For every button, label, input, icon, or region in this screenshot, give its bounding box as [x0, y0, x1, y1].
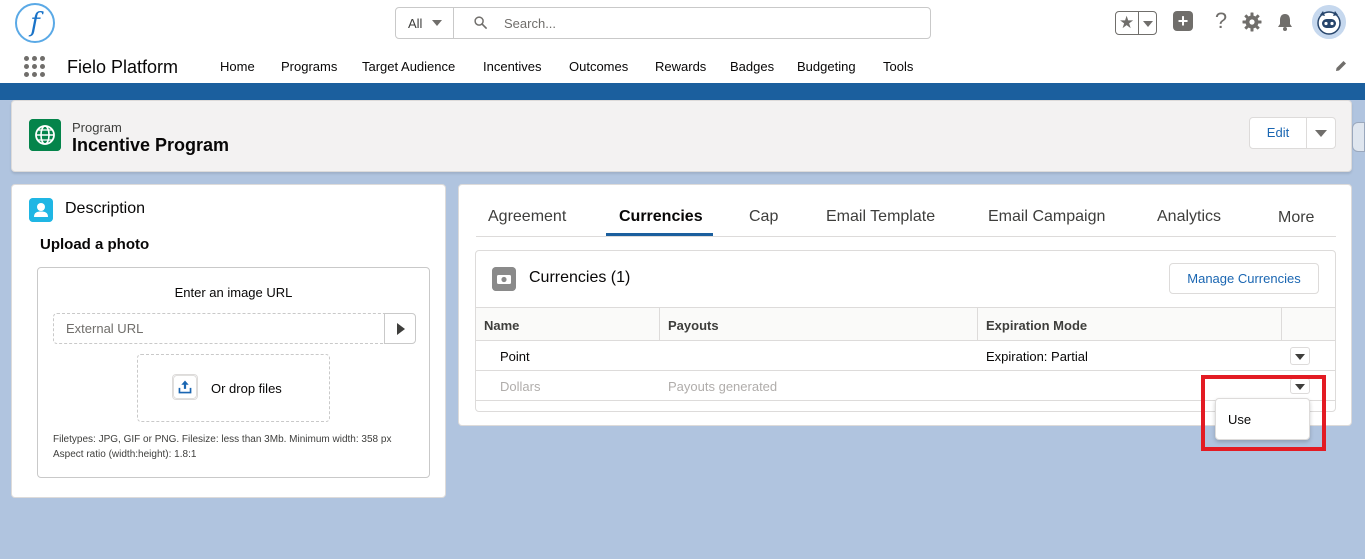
astro-avatar-icon	[1312, 5, 1346, 39]
drop-label: Or drop files	[211, 381, 282, 396]
url-submit-button[interactable]	[384, 313, 416, 344]
tab-email-campaign[interactable]: Email Campaign	[988, 208, 1105, 226]
file-drop-zone[interactable]: Or drop files	[137, 354, 330, 422]
global-header: f All ★ + ?	[0, 0, 1365, 46]
external-url-input[interactable]	[53, 313, 385, 344]
app-launcher-icon[interactable]	[24, 56, 46, 78]
column-header-payouts[interactable]: Payouts	[668, 318, 719, 333]
side-panel-toggle[interactable]	[1352, 122, 1365, 152]
chevron-down-icon	[1295, 354, 1305, 360]
search-scope-label: All	[408, 16, 423, 31]
page-title: Incentive Program	[72, 135, 230, 155]
cell-name[interactable]: Point	[500, 349, 530, 364]
tab-bar: Agreement Currencies Cap Email Template …	[476, 185, 1336, 237]
nav-item-budgeting[interactable]: Budgeting	[797, 59, 856, 74]
manage-currencies-button[interactable]: Manage Currencies	[1169, 263, 1319, 294]
upload-box: Enter an image URL Or drop files Filetyp…	[37, 267, 430, 478]
chevron-down-icon	[432, 20, 442, 26]
globe-icon	[29, 119, 61, 151]
record-type: Program	[72, 120, 122, 135]
bell-icon[interactable]	[1275, 12, 1295, 32]
user-avatar[interactable]	[1312, 5, 1346, 39]
currency-icon	[492, 267, 516, 291]
favorites-button[interactable]: ★	[1115, 11, 1157, 35]
nav-item-incentives[interactable]: Incentives	[483, 59, 542, 74]
highlight-box	[1201, 375, 1326, 451]
divider	[1138, 12, 1139, 34]
gear-icon[interactable]	[1242, 12, 1262, 32]
table-header: Name Payouts Expiration Mode	[476, 307, 1335, 341]
tab-agreement[interactable]: Agreement	[488, 208, 566, 226]
description-card: Description Upload a photo Enter an imag…	[11, 184, 446, 498]
related-list-title: Currencies (1)	[529, 269, 631, 286]
chevron-down-icon	[1315, 130, 1327, 137]
logo-letter: f	[30, 8, 40, 38]
column-header-name[interactable]: Name	[484, 318, 519, 333]
edit-button[interactable]: Edit	[1249, 117, 1307, 149]
play-icon	[397, 323, 405, 335]
column-divider	[659, 308, 660, 340]
tab-analytics[interactable]: Analytics	[1157, 208, 1221, 226]
card-title: Description	[65, 200, 146, 217]
fielo-logo[interactable]: f	[15, 3, 55, 43]
file-requirements: Filetypes: JPG, GIF or PNG. Filesize: le…	[53, 432, 423, 462]
record-actions-menu-button[interactable]	[1306, 117, 1336, 149]
tab-currencies[interactable]: Currencies	[619, 208, 703, 226]
cell-name[interactable]: Dollars	[500, 379, 540, 394]
app-nav-bar: Fielo Platform Home Programs Target Audi…	[0, 46, 1365, 86]
search-scope-dropdown[interactable]: All	[396, 8, 454, 38]
tab-email-template[interactable]: Email Template	[826, 208, 935, 226]
column-divider	[1281, 308, 1282, 340]
tab-more[interactable]: More	[1278, 209, 1314, 227]
search-icon	[474, 16, 487, 29]
upload-icon[interactable]	[172, 374, 198, 400]
upload-title: Upload a photo	[40, 236, 150, 253]
contact-icon	[29, 198, 53, 222]
star-icon: ★	[1119, 13, 1135, 32]
table-row: Point Expiration: Partial	[476, 341, 1335, 371]
column-divider	[977, 308, 978, 340]
nav-item-rewards[interactable]: Rewards	[655, 59, 706, 74]
nav-item-outcomes[interactable]: Outcomes	[569, 59, 628, 74]
aspect-ratio-line: Aspect ratio (width:height): 1.8:1	[53, 449, 197, 460]
nav-item-programs[interactable]: Programs	[281, 59, 337, 74]
nav-item-home[interactable]: Home	[220, 59, 255, 74]
nav-item-target-audience[interactable]: Target Audience	[362, 59, 455, 74]
global-actions-plus-icon[interactable]: +	[1173, 11, 1193, 31]
file-requirements-line: Filetypes: JPG, GIF or PNG. Filesize: le…	[53, 434, 392, 445]
app-name: Fielo Platform	[67, 57, 179, 77]
brand-band	[0, 86, 1365, 100]
url-label: Enter an image URL	[174, 285, 293, 300]
chevron-down-icon[interactable]	[1143, 21, 1153, 27]
nav-item-tools[interactable]: Tools	[883, 59, 913, 74]
record-header: Program Incentive Program Edit	[11, 100, 1352, 172]
row-actions-button[interactable]	[1290, 347, 1310, 365]
cell-expiration-mode: Expiration: Partial	[986, 349, 1088, 364]
global-search: All	[395, 7, 931, 39]
help-icon[interactable]: ?	[1212, 8, 1230, 34]
tab-cap[interactable]: Cap	[749, 208, 778, 226]
cell-payouts: Payouts generated	[668, 379, 778, 394]
active-tab-indicator	[606, 233, 713, 236]
nav-item-badges[interactable]: Badges	[730, 59, 774, 74]
search-input[interactable]	[504, 15, 904, 31]
column-header-expiration-mode[interactable]: Expiration Mode	[986, 318, 1087, 333]
pencil-icon[interactable]	[1334, 59, 1348, 73]
